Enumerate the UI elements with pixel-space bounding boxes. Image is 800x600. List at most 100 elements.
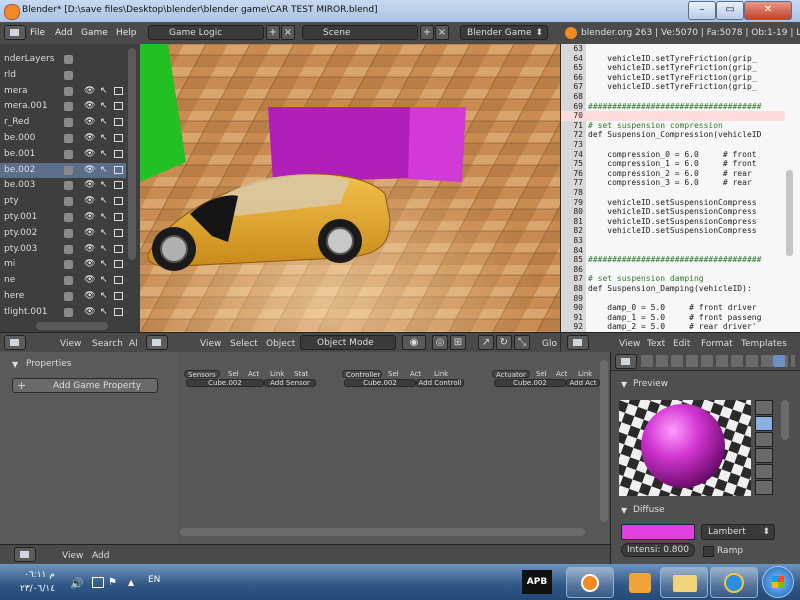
outliner-scrollbar[interactable] — [128, 48, 136, 260]
add-game-property-button[interactable]: + Add Game Property — [12, 378, 158, 393]
visibility-eye-icon[interactable]: 👁 — [84, 149, 95, 159]
controllers-link-checkbox[interactable]: Link — [434, 370, 448, 378]
close-button[interactable]: ✕ — [744, 1, 792, 20]
outliner-editor-type-button[interactable] — [4, 335, 26, 350]
translate-gizmo-button[interactable]: ↗ — [478, 335, 494, 350]
preview-monkey-button[interactable] — [755, 448, 773, 463]
visibility-eye-icon[interactable]: 👁 — [84, 86, 95, 96]
selectability-cursor-icon[interactable]: ↖ — [100, 101, 108, 111]
logic-editor-type-button[interactable] — [14, 547, 36, 562]
manipulator-button[interactable]: ⊞ — [450, 335, 466, 350]
volume-icon[interactable]: 🔊 — [70, 577, 84, 590]
visibility-eye-icon[interactable]: 👁 — [84, 291, 95, 301]
code-line[interactable]: 88 def Suspension_Damping(vehicleID): — [561, 284, 785, 294]
render-camera-icon[interactable] — [114, 213, 123, 221]
code-line[interactable]: 70 — [561, 111, 785, 121]
code-line[interactable]: 92 damp_2 = 5.0 # rear driver' — [561, 322, 785, 332]
clock-time[interactable]: م ٠٦:١١ — [24, 570, 55, 580]
scale-gizmo-button[interactable]: ⤡ — [514, 335, 530, 350]
code-line[interactable]: 64 vehicleID.setTyreFriction(grip_ — [561, 54, 785, 64]
network-icon[interactable] — [92, 577, 104, 588]
sensors-act-checkbox[interactable]: Act — [248, 370, 259, 378]
visibility-eye-icon[interactable]: 👁 — [84, 259, 95, 269]
render-camera-icon[interactable] — [114, 244, 123, 253]
selectability-cursor-icon[interactable]: ↖ — [100, 212, 108, 222]
outliner-item[interactable]: tlight.001 👁 ↖ — [0, 305, 126, 320]
sensors-link-checkbox[interactable]: Link — [270, 370, 284, 378]
add-screen-button[interactable]: + — [266, 25, 280, 40]
sensors-state-checkbox[interactable]: Stat — [294, 370, 308, 378]
code-line[interactable]: 76 compression_2 = 6.0 # rear — [561, 169, 785, 179]
render-camera-icon[interactable] — [114, 307, 123, 316]
language-indicator[interactable]: EN — [148, 575, 160, 585]
diffuse-collapse-icon[interactable]: ▼ — [621, 506, 627, 515]
text-editor[interactable]: 63 64 vehicleID.setTyreFriction(grip_ 65 v… — [561, 44, 800, 332]
text-scrollbar[interactable] — [786, 170, 793, 256]
outliner-item[interactable]: be.002 👁 ↖ — [0, 162, 126, 178]
start-button[interactable] — [762, 566, 794, 598]
outliner-item[interactable]: nderLayers — [0, 52, 126, 67]
code-line[interactable]: 65 vehicleID.setTyreFriction(grip_ — [561, 63, 785, 73]
outliner-horizontal-scrollbar[interactable] — [36, 322, 108, 330]
viewport-menu-select[interactable]: Select — [230, 339, 258, 349]
scene-field[interactable]: Scene — [302, 25, 418, 40]
outliner-item[interactable]: ne 👁 ↖ — [0, 273, 126, 288]
outliner-item[interactable]: mi 👁 ↖ — [0, 257, 126, 272]
code-line[interactable]: 77 compression_3 = 6.0 # rear — [561, 178, 785, 188]
code-line[interactable]: 73 — [561, 140, 785, 150]
outliner-item[interactable]: rld — [0, 68, 126, 83]
menu-add[interactable]: Add — [55, 28, 72, 38]
outliner-item[interactable]: mera 👁 ↖ — [0, 84, 126, 99]
code-line[interactable]: 84 — [561, 246, 785, 256]
media-player-taskbar-button[interactable] — [616, 567, 664, 598]
text-menu-edit[interactable]: Edit — [673, 339, 690, 349]
render-camera-icon[interactable] — [114, 197, 123, 206]
menu-help[interactable]: Help — [116, 28, 137, 38]
text-menu-format[interactable]: Format — [701, 339, 733, 349]
code-line[interactable]: 82 vehicleID.setSuspensionCompress — [561, 226, 785, 236]
text-menu-text[interactable]: Text — [647, 339, 665, 349]
code-line[interactable]: 71 # set suspension compression — [561, 121, 785, 131]
blender-taskbar-button[interactable] — [566, 567, 614, 598]
text-menu-templates[interactable]: Templates — [741, 339, 787, 349]
code-line[interactable]: 91 damp_1 = 5.0 # front passeng — [561, 313, 785, 323]
visibility-eye-icon[interactable]: 👁 — [84, 165, 95, 175]
render-camera-icon[interactable] — [114, 149, 123, 158]
visibility-eye-icon[interactable]: 👁 — [84, 117, 95, 127]
code-line[interactable]: 85 #################################### — [561, 255, 785, 265]
tray-expand-icon[interactable]: ▲ — [128, 578, 134, 587]
visibility-eye-icon[interactable]: 👁 — [84, 101, 95, 111]
code-line[interactable]: 83 — [561, 236, 785, 246]
diffuse-color-swatch[interactable] — [621, 524, 695, 540]
text-menu-view[interactable]: View — [619, 339, 640, 349]
outliner-item[interactable]: be.000 👁 ↖ — [0, 131, 126, 146]
code-line[interactable]: 74 compression_0 = 6.0 # front — [561, 150, 785, 160]
visibility-eye-icon[interactable]: 👁 — [84, 196, 95, 206]
diffuse-shader-dropdown[interactable]: Lambert ⬍ — [701, 524, 775, 540]
maximize-button[interactable]: ▭ — [716, 1, 744, 20]
render-camera-icon[interactable] — [114, 165, 123, 174]
code-line[interactable]: 69 #################################### — [561, 102, 785, 112]
pivot-button[interactable]: ◎ — [432, 335, 448, 350]
code-line[interactable]: 75 compression_1 = 6.0 # front — [561, 159, 785, 169]
3d-viewport[interactable] — [140, 44, 560, 332]
visibility-eye-icon[interactable]: 👁 — [84, 275, 95, 285]
outliner-item[interactable]: pty 👁 ↖ — [0, 194, 126, 209]
explorer-taskbar-button[interactable] — [660, 567, 708, 598]
preview-collapse-icon[interactable]: ▼ — [621, 380, 627, 389]
remove-scene-button[interactable]: × — [435, 25, 449, 40]
outliner-item[interactable]: here 👁 ↖ — [0, 289, 126, 304]
menu-file[interactable]: File — [30, 28, 45, 38]
code-line[interactable]: 87 # set suspension damping — [561, 274, 785, 284]
render-camera-icon[interactable] — [114, 260, 123, 269]
viewport-shading-button[interactable]: ◉ — [402, 335, 426, 350]
logic-menu-view[interactable]: View — [62, 551, 83, 561]
selectability-cursor-icon[interactable]: ↖ — [100, 86, 108, 96]
selectability-cursor-icon[interactable]: ↖ — [100, 180, 108, 190]
code-line[interactable]: 72 def Suspension_Compression(vehicleID — [561, 130, 785, 140]
ie-taskbar-button[interactable] — [710, 567, 758, 598]
text-editor-type-button[interactable] — [567, 335, 589, 350]
selectability-cursor-icon[interactable]: ↖ — [100, 291, 108, 301]
collapse-arrow-icon[interactable]: ▼ — [12, 360, 18, 369]
outliner-item[interactable]: pty.002 👁 ↖ — [0, 226, 126, 241]
